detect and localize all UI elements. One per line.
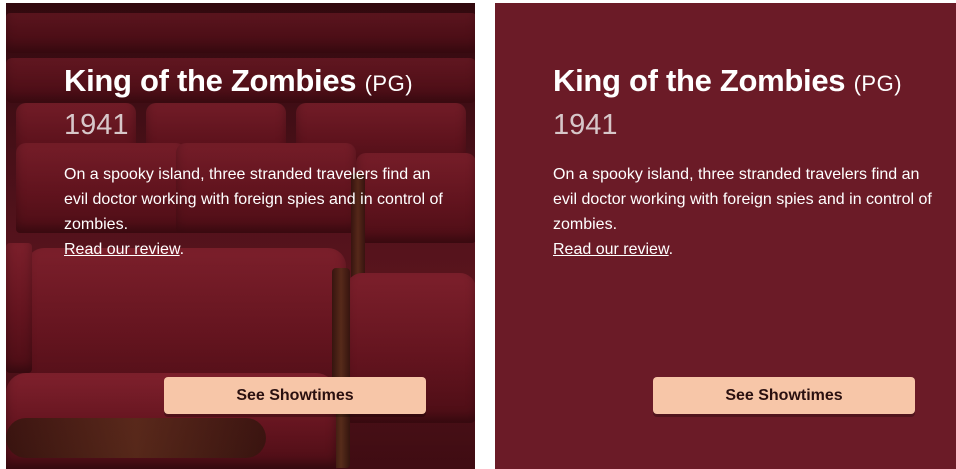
movie-description: On a spooky island, three stranded trave… xyxy=(553,162,933,262)
movie-description: On a spooky island, three stranded trave… xyxy=(64,162,444,262)
read-review-link[interactable]: Read our review xyxy=(553,241,669,258)
movie-card-solid: King of the Zombies (PG) 1941 On a spook… xyxy=(495,3,956,469)
movie-info: King of the Zombies (PG) 1941 On a spook… xyxy=(64,63,444,262)
movie-title-text: King of the Zombies xyxy=(553,63,846,98)
movie-info: King of the Zombies (PG) 1941 On a spook… xyxy=(553,63,933,262)
movie-title-text: King of the Zombies xyxy=(64,63,357,98)
movie-title: King of the Zombies (PG) xyxy=(64,63,444,102)
movie-rating: (PG) xyxy=(853,71,903,96)
see-showtimes-button[interactable]: See Showtimes xyxy=(653,377,915,414)
movie-year: 1941 xyxy=(553,109,618,141)
movie-title: King of the Zombies (PG) xyxy=(553,63,933,102)
review-suffix: . xyxy=(179,241,185,258)
see-showtimes-button[interactable]: See Showtimes xyxy=(164,377,426,414)
movie-card-photo: King of the Zombies (PG) 1941 On a spook… xyxy=(6,3,475,469)
read-review-link[interactable]: Read our review xyxy=(64,241,180,258)
movie-year: 1941 xyxy=(64,109,129,141)
movie-description-text: On a spooky island, three stranded trave… xyxy=(553,166,932,233)
movie-rating: (PG) xyxy=(364,71,414,96)
movie-description-text: On a spooky island, three stranded trave… xyxy=(64,166,443,233)
review-suffix: . xyxy=(668,241,674,258)
